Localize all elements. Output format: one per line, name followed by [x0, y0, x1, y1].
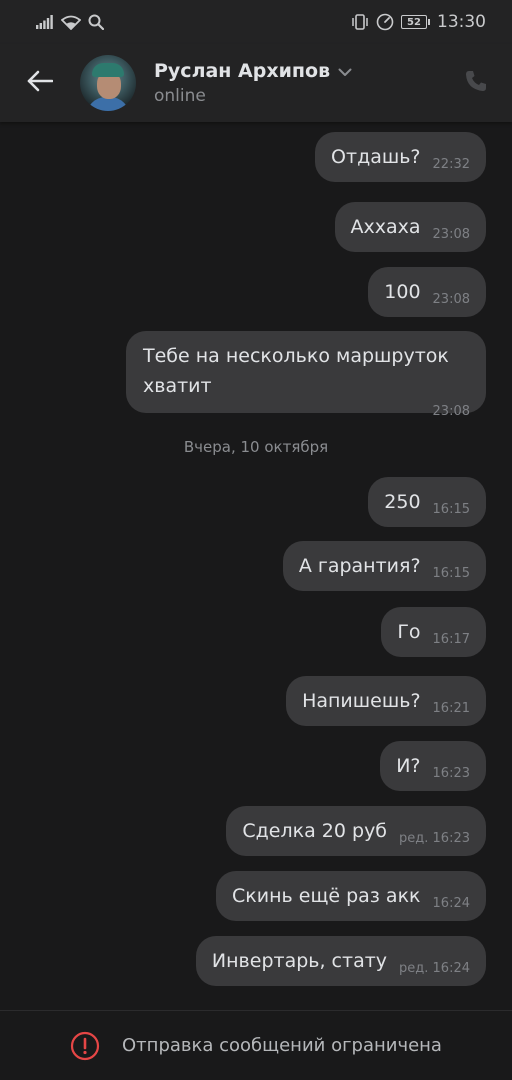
- contact-name: Руслан Архипов: [154, 60, 331, 82]
- message-time: ред. 16:23: [399, 831, 470, 846]
- wifi-icon: [61, 15, 81, 30]
- status-time: 13:30: [437, 12, 486, 32]
- message-bubble[interactable]: Инвертарь, стату ред. 16:24: [195, 936, 486, 986]
- message-text: Сделка 20 руб: [242, 820, 388, 842]
- message-bubble[interactable]: А гарантия? 16:15: [282, 541, 486, 591]
- contact-name-row: Руслан Архипов: [154, 60, 440, 82]
- message-bubble[interactable]: Отдашь? 22:32: [315, 132, 486, 182]
- message-bubble[interactable]: 100 23:08: [368, 267, 486, 317]
- message-list[interactable]: Отдашь? 22:32 Аххаха 23:08 100 23:08 Теб…: [0, 122, 512, 1010]
- message-time: 16:21: [432, 701, 470, 716]
- message-time: ред. 16:24: [399, 961, 470, 976]
- chat-header: Руслан Архипов online: [0, 44, 512, 122]
- message-text: Тебе на несколько маршруток хватит: [143, 345, 449, 397]
- message-bubble[interactable]: Аххаха 23:08: [334, 202, 486, 252]
- signal-icon: [36, 15, 54, 29]
- message-time: 16:15: [432, 566, 470, 581]
- message-bubble[interactable]: Тебе на несколько маршруток хватит 23:08: [126, 331, 486, 419]
- search-icon: [88, 14, 104, 30]
- message-bubble[interactable]: И? 16:23: [380, 741, 486, 791]
- avatar[interactable]: [80, 55, 136, 111]
- back-arrow-icon: [27, 70, 54, 96]
- message-time: 23:08: [432, 292, 470, 307]
- call-button[interactable]: [440, 44, 512, 122]
- vibrate-icon: [351, 14, 369, 30]
- message-time: 16:23: [432, 766, 470, 781]
- message-bubble[interactable]: Напишешь? 16:21: [286, 676, 486, 726]
- message-bubble[interactable]: Сделка 20 руб ред. 16:23: [226, 806, 486, 856]
- message-time: 23:08: [432, 404, 470, 419]
- message-text: Го: [397, 621, 421, 643]
- avatar-shirt: [86, 97, 130, 111]
- message-bubble[interactable]: Го 16:17: [381, 607, 486, 657]
- status-bar: 52 13:30: [0, 0, 512, 44]
- status-bar-left: [36, 14, 104, 30]
- message-text: 250: [384, 491, 421, 513]
- message-time: 23:08: [432, 227, 470, 242]
- message-time: 22:32: [432, 157, 470, 172]
- status-bar-right: 52 13:30: [351, 12, 486, 32]
- back-button[interactable]: [0, 44, 80, 122]
- message-text: 100: [384, 281, 421, 303]
- message-text: И?: [396, 755, 421, 777]
- message-text: А гарантия?: [298, 555, 421, 577]
- message-text: Инвертарь, стату: [211, 950, 388, 972]
- message-bubble[interactable]: Скинь ещё раз акк 16:24: [216, 871, 486, 921]
- avatar-cap: [92, 63, 124, 77]
- message-text: Отдашь?: [331, 146, 421, 168]
- date-separator: Вчера, 10 октября: [183, 438, 329, 456]
- phone-icon: [464, 69, 488, 97]
- message-time: 16:17: [432, 632, 470, 647]
- message-time: 16:15: [432, 502, 470, 517]
- contact-status: online: [154, 86, 206, 106]
- message-text: Скинь ещё раз акк: [232, 885, 421, 907]
- battery-icon: 52: [401, 15, 430, 29]
- alert-circle-icon: [70, 1031, 100, 1061]
- message-text: Напишешь?: [302, 690, 421, 712]
- chevron-down-icon: [338, 62, 352, 81]
- speedometer-icon: [376, 13, 394, 31]
- battery-level: 52: [407, 16, 421, 28]
- contact-info[interactable]: Руслан Архипов online: [154, 60, 440, 106]
- message-time: 16:24: [432, 896, 470, 911]
- messaging-restricted-text: Отправка сообщений ограничена: [122, 1035, 442, 1056]
- messaging-restricted-bar: Отправка сообщений ограничена: [0, 1010, 512, 1080]
- message-bubble[interactable]: 250 16:15: [368, 477, 486, 527]
- message-text: Аххаха: [350, 216, 421, 238]
